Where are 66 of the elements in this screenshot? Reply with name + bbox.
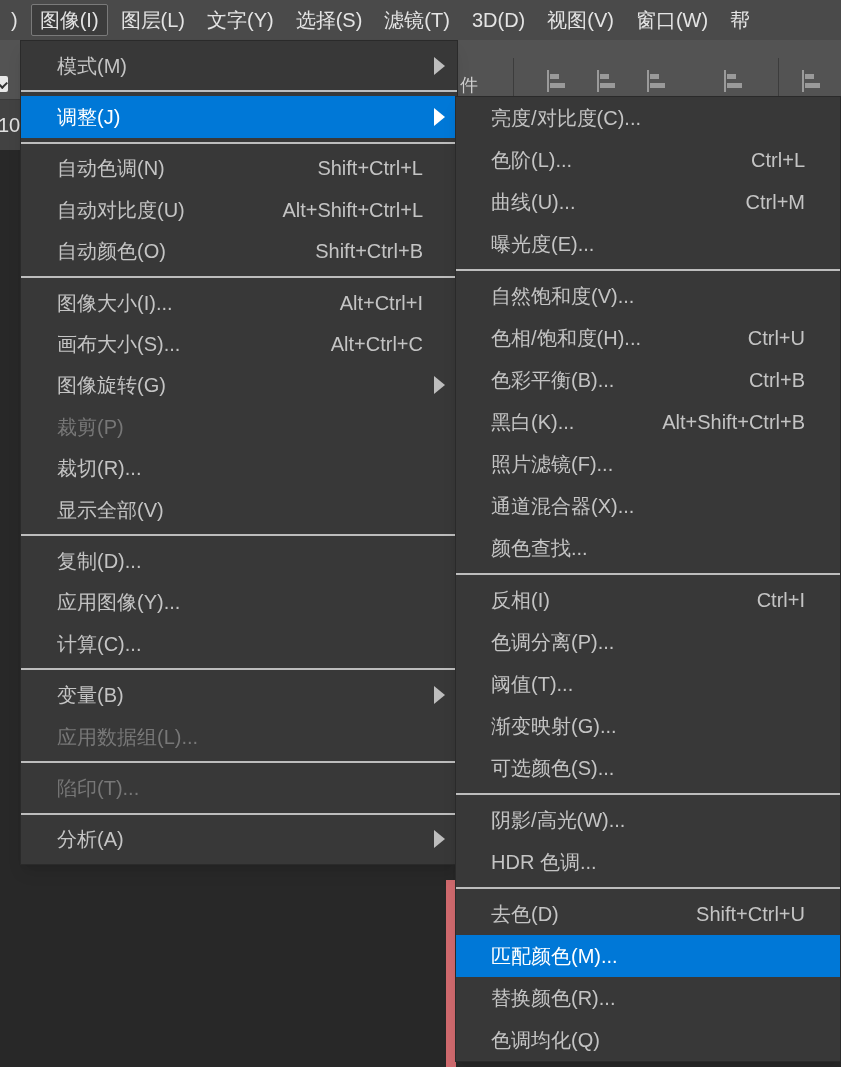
menu-item[interactable]: 变量(B) [21,674,457,716]
menu-item[interactable]: 图像旋转(G) [21,364,457,407]
menu-item[interactable]: 自动对比度(U) Alt+Shift+Ctrl+L [21,189,457,231]
shortcut-text: Alt+Shift+Ctrl+L [282,197,423,223]
menu-item[interactable]: 亮度/对比度(C)... [456,97,840,139]
shortcut-text: Alt+Shift+Ctrl+B [662,410,805,435]
menu-item[interactable]: 曝光度(E)... [456,223,840,265]
menu-item[interactable]: 分析(A) [21,818,457,861]
menu-bar-item[interactable]: 视图(V) [538,4,623,36]
shortcut-text: Ctrl+L [751,148,805,173]
menu-item[interactable]: 色调均化(Q) [456,1019,840,1061]
shortcut-text: Shift+Ctrl+B [315,239,423,265]
shortcut-text: Ctrl+M [745,190,805,215]
menu-item[interactable]: 阈值(T)... [456,663,840,705]
menu-item[interactable]: 裁切(R)... [21,447,457,489]
shortcut-text: Shift+Ctrl+L [317,156,423,182]
align-icon[interactable] [545,70,567,92]
menu-item[interactable]: 图像大小(I)... Alt+Ctrl+I [21,281,457,324]
menu-item[interactable]: 色调分离(P)... [456,621,840,663]
menu-item[interactable]: 反相(I) Ctrl+I [456,579,840,621]
menu-item[interactable]: 替换颜色(R)... [456,977,840,1019]
shortcut-text: Ctrl+U [747,326,805,351]
menu-item[interactable]: 调整(J) [21,96,457,138]
align-icon[interactable] [645,70,667,92]
menu-bar-item[interactable]: 帮 [721,4,760,36]
menu-item[interactable]: 显示全部(V) [21,488,457,531]
menu-item[interactable]: 复制(D)... [21,540,457,582]
menu-item[interactable]: 可选颜色(S)... [456,747,840,789]
menu-item[interactable]: 通道混合器(X)... [456,485,840,527]
menu-item[interactable]: 黑白(K)... Alt+Shift+Ctrl+B [456,401,840,443]
shortcut-text: Shift+Ctrl+U [696,902,805,927]
menu-bar-item[interactable]: 选择(S) [286,4,372,36]
menu-bar-item[interactable]: 文字(Y) [198,4,283,36]
menu-item[interactable]: 画布大小(S)... Alt+Ctrl+C [21,323,457,365]
menu-item[interactable]: 色彩平衡(B)... Ctrl+B [456,359,840,401]
menu-item[interactable]: 照片滤镜(F)... [456,443,840,485]
shortcut-text: Alt+Ctrl+I [339,290,423,316]
menu-item[interactable]: 自动色调(N) Shift+Ctrl+L [21,147,457,190]
menu-item[interactable]: 渐变映射(G)... [456,705,840,747]
shortcut-text: Ctrl+I [756,588,805,613]
menu-item[interactable]: 色相/饱和度(H)... Ctrl+U [456,317,840,359]
menu-item[interactable]: 应用图像(Y)... [21,581,457,624]
menu-item[interactable]: 计算(C)... [21,623,457,665]
menu-bar-item[interactable]: ) [2,4,27,36]
menu-item[interactable]: 色阶(L)... Ctrl+L [456,139,840,181]
menu-item[interactable]: 颜色查找... [456,527,840,569]
zoom-text: 10 [0,113,21,138]
align-icon[interactable] [595,70,617,92]
menu-bar-item[interactable]: 滤镜(T) [375,4,459,36]
menu-item[interactable]: 匹配颜色(M)... [456,935,840,977]
menu-item[interactable]: 自动颜色(O) Shift+Ctrl+B [21,230,457,272]
menu-item[interactable]: HDR 色调... [456,841,840,883]
align-icon[interactable] [800,70,822,92]
menu-item[interactable]: 去色(D) Shift+Ctrl+U [456,893,840,935]
menu-item[interactable]: 模式(M) [21,45,457,87]
option-label: 件 [460,74,478,97]
shortcut-text: Alt+Ctrl+C [330,332,423,358]
menu-item[interactable]: 自然饱和度(V)... [456,275,840,317]
shortcut-text: Ctrl+B [748,368,805,393]
menu-bar-item[interactable]: 3D(D) [462,4,535,36]
menu-bar-item[interactable]: 图像(I) [30,4,108,36]
menu-item[interactable]: 阴影/高光(W)... [456,799,840,841]
menu-bar-item[interactable]: 窗口(W) [626,4,718,36]
menu-bar-item[interactable]: 图层(L) [111,4,194,36]
align-icon[interactable] [722,70,744,92]
menu-item[interactable]: 曲线(U)... Ctrl+M [456,181,840,223]
